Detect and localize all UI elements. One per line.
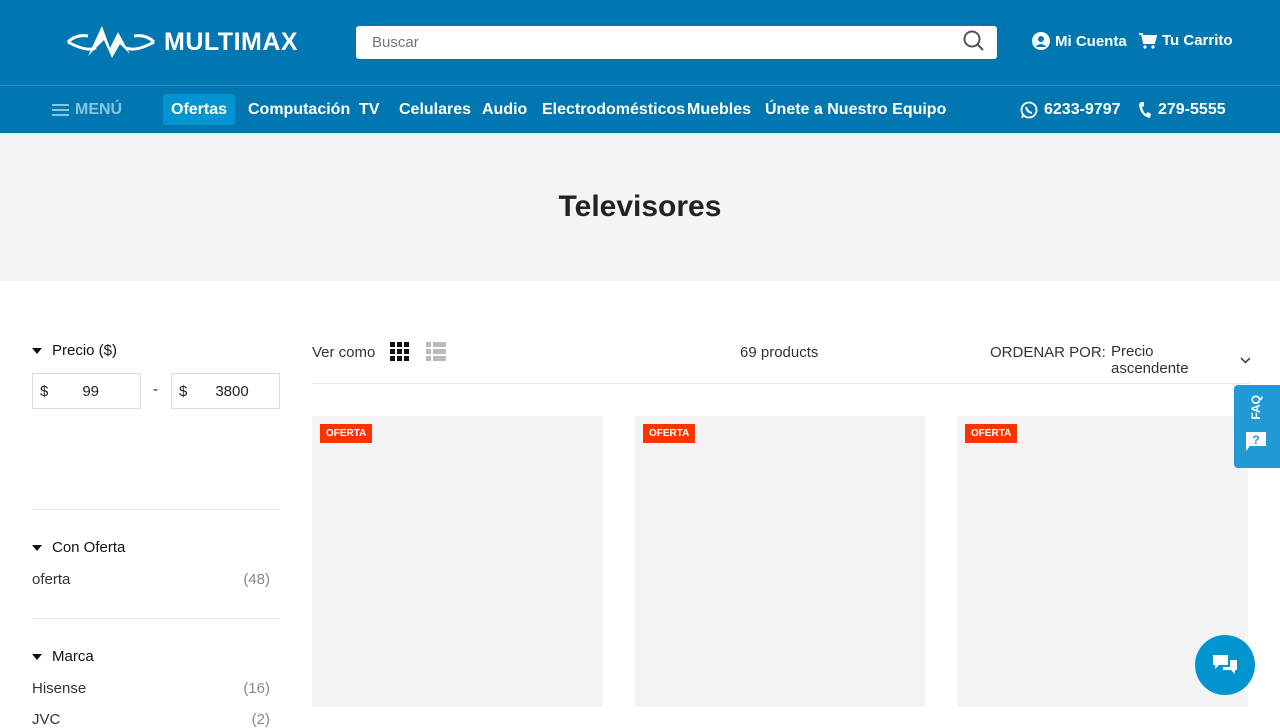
collection-toolbar: Ver como 69 products ORDENAR POR: Precio… xyxy=(312,340,1250,384)
search-icon[interactable] xyxy=(963,30,985,52)
header: MULTIMAX Mi Cuenta Tu Carrito xyxy=(0,0,1280,86)
grid-view-icon[interactable] xyxy=(390,342,410,362)
phone-link[interactable]: 279-5555 xyxy=(1130,94,1234,125)
option-label: oferta xyxy=(32,571,71,588)
currency-symbol: $ xyxy=(40,382,49,400)
option-count: (48) xyxy=(243,571,270,588)
whatsapp-icon xyxy=(1020,101,1038,118)
hamburger-icon xyxy=(52,103,69,116)
divider xyxy=(32,509,280,510)
filter-label: Con Oferta xyxy=(52,539,126,556)
sale-badge: OFERTA xyxy=(320,424,373,443)
nav-ofertas[interactable]: Ofertas xyxy=(163,94,236,125)
cart-label: Tu Carrito xyxy=(1162,32,1233,49)
phone-icon xyxy=(1139,101,1151,118)
whatsapp-link[interactable]: 6233-9797 xyxy=(1012,94,1129,125)
question-bubble-icon: ? xyxy=(1246,432,1266,451)
divider xyxy=(32,618,280,619)
page-title: Televisores xyxy=(558,190,722,223)
faq-label: FAQ xyxy=(1249,395,1263,420)
account-link[interactable]: Mi Cuenta xyxy=(1032,32,1127,50)
sort-select[interactable]: Precio ascendente xyxy=(1111,343,1250,377)
collection-header: Televisores xyxy=(0,133,1280,281)
filter-option[interactable]: Hisense (16) xyxy=(32,680,270,697)
chevron-down-icon xyxy=(1239,356,1250,364)
sort-label: ORDENAR POR: xyxy=(990,344,1106,361)
brand-name: MULTIMAX xyxy=(164,27,299,56)
caret-down-icon xyxy=(32,347,42,354)
cart-link[interactable]: Tu Carrito xyxy=(1139,32,1233,49)
account-label: Mi Cuenta xyxy=(1055,32,1127,50)
search-bar xyxy=(356,26,997,59)
nav-audio[interactable]: Audio xyxy=(474,94,535,125)
phone-number: 279-5555 xyxy=(1158,101,1226,118)
option-count: (16) xyxy=(243,680,270,697)
price-separator: - xyxy=(153,381,158,398)
multimax-logo-icon xyxy=(66,26,156,58)
faq-tab[interactable]: FAQ ? xyxy=(1234,385,1280,468)
filter-brand-toggle[interactable]: Marca xyxy=(32,648,94,665)
whatsapp-number: 6233-9797 xyxy=(1044,101,1121,118)
search-input[interactable] xyxy=(356,26,936,59)
chat-icon xyxy=(1213,655,1237,674)
currency-symbol: $ xyxy=(179,382,188,400)
price-min-field[interactable]: $99 xyxy=(32,373,141,409)
menu-label: MENÚ xyxy=(75,101,123,118)
main-nav: MENÚ Ofertas Computación TV Celulares Au… xyxy=(0,86,1280,133)
cart-icon xyxy=(1139,32,1157,49)
nav-computacion[interactable]: Computación xyxy=(240,94,358,125)
option-label: Hisense xyxy=(32,680,87,697)
price-max-value: 3800 xyxy=(215,382,249,400)
caret-down-icon xyxy=(32,653,42,660)
filter-price-toggle[interactable]: Precio ($) xyxy=(32,342,117,359)
sale-badge: OFERTA xyxy=(965,424,1018,443)
caret-down-icon xyxy=(32,544,42,551)
product-count: 69 products xyxy=(740,344,819,361)
chat-button[interactable] xyxy=(1195,635,1255,695)
filter-option[interactable]: oferta (48) xyxy=(32,571,270,588)
filter-label: Precio ($) xyxy=(52,342,118,359)
filter-offer-toggle[interactable]: Con Oferta xyxy=(32,539,125,556)
sort-value: Precio ascendente xyxy=(1111,343,1189,377)
price-min-value: 99 xyxy=(82,382,100,400)
nav-celulares[interactable]: Celulares xyxy=(391,94,479,125)
nav-muebles[interactable]: Muebles xyxy=(679,94,759,125)
filter-label: Marca xyxy=(52,648,94,665)
user-icon xyxy=(1032,32,1050,50)
product-card[interactable]: OFERTA xyxy=(635,416,925,707)
product-card[interactable]: OFERTA xyxy=(312,416,603,707)
menu-button[interactable]: MENÚ xyxy=(44,94,130,125)
nav-tv[interactable]: TV xyxy=(351,94,387,125)
nav-electrodomesticos[interactable]: Electrodomésticos xyxy=(534,94,693,125)
nav-empleo[interactable]: Únete a Nuestro Equipo xyxy=(757,94,954,125)
logo[interactable]: MULTIMAX xyxy=(66,24,298,60)
sale-badge: OFERTA xyxy=(643,424,696,443)
price-max-field[interactable]: $3800 xyxy=(171,373,280,409)
list-view-icon[interactable] xyxy=(426,342,446,362)
svg-text:?: ? xyxy=(1252,433,1259,447)
view-as-label: Ver como xyxy=(312,344,376,361)
